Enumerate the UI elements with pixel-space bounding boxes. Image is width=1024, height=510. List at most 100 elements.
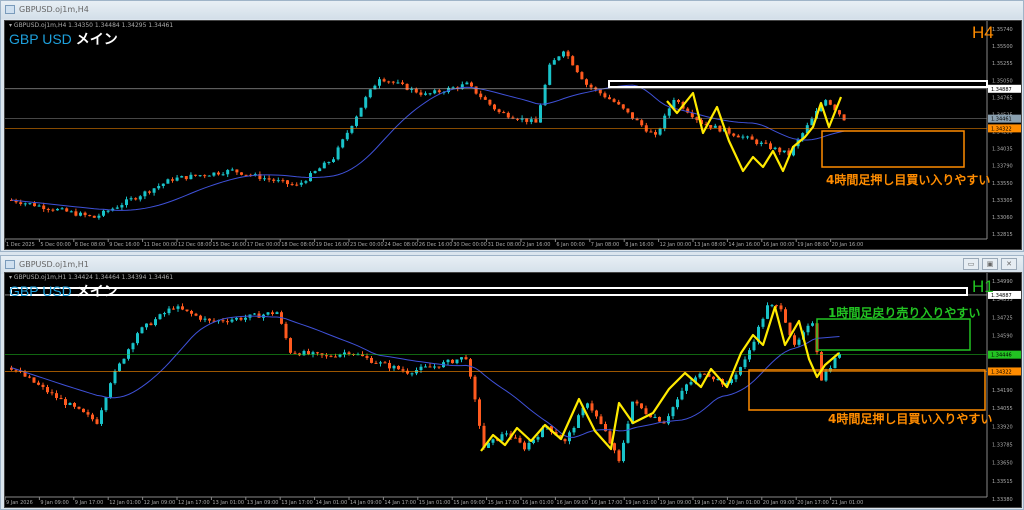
candle-body bbox=[483, 97, 487, 100]
time-tick-label: 1 Dec 2025 bbox=[6, 242, 35, 248]
candle-body bbox=[284, 323, 288, 339]
candle-body bbox=[176, 306, 180, 309]
candle-body bbox=[677, 100, 680, 103]
candle-body bbox=[732, 133, 736, 136]
time-tick-label: 19 Jan 08:00 bbox=[797, 242, 829, 248]
candle-body bbox=[364, 97, 368, 108]
candle-body bbox=[240, 172, 243, 175]
candle-body bbox=[46, 387, 49, 393]
candle-body bbox=[743, 359, 747, 368]
price-tick-label: 1.33305 bbox=[992, 198, 1013, 204]
candle-body bbox=[575, 65, 579, 73]
candle-body bbox=[689, 382, 693, 385]
time-tick-label: 31 Dec 08:00 bbox=[488, 242, 522, 248]
candle-body bbox=[37, 382, 40, 385]
resistance-price-tag-text: 1.34887 bbox=[991, 293, 1012, 299]
price-tick-label: 1.34725 bbox=[992, 315, 1013, 321]
time-tick-label: 15 Jan 01:00 bbox=[419, 500, 451, 506]
candle-body bbox=[163, 313, 166, 315]
sell-zone-note: 1時間足戻り売り入りやすい bbox=[828, 306, 981, 320]
price-tick-label: 1.34035 bbox=[992, 147, 1013, 153]
time-tick-label: 17 Dec 00:00 bbox=[247, 242, 281, 248]
candle-body bbox=[505, 433, 508, 435]
candle-body bbox=[350, 125, 354, 133]
window-titlebar[interactable]: GBPUSD.oj1m,H4 bbox=[1, 1, 1023, 19]
candle-body bbox=[617, 450, 621, 462]
candle-body bbox=[543, 84, 547, 106]
candle-body bbox=[189, 174, 193, 180]
candle-body bbox=[770, 305, 774, 307]
candle-body bbox=[392, 365, 396, 369]
candle-body bbox=[437, 90, 441, 93]
candle-body bbox=[370, 357, 373, 363]
candle-body bbox=[764, 142, 768, 144]
candle-body bbox=[612, 99, 616, 102]
candle-body bbox=[613, 443, 616, 451]
candle-body bbox=[230, 319, 234, 322]
candle-body bbox=[680, 390, 684, 400]
candle-body bbox=[271, 312, 274, 315]
bid-price-tag-text: 1.34461 bbox=[991, 117, 1012, 123]
time-tick-label: 12 Jan 00:00 bbox=[660, 242, 692, 248]
candle-body bbox=[316, 352, 319, 354]
candle-body bbox=[529, 119, 533, 122]
maximize-button[interactable]: ▣ bbox=[982, 258, 998, 270]
candle-body bbox=[419, 366, 423, 371]
price-tick-label: 1.35740 bbox=[992, 27, 1013, 33]
candle-body bbox=[221, 174, 225, 176]
candle-body bbox=[299, 182, 303, 185]
price-tick-label: 1.33920 bbox=[992, 424, 1013, 430]
time-tick-label: 20 Jan 09:00 bbox=[763, 500, 795, 506]
candle-body bbox=[750, 136, 754, 140]
candle-body bbox=[134, 198, 138, 200]
candle-body bbox=[190, 310, 193, 314]
candle-body bbox=[741, 136, 745, 138]
candle-body bbox=[493, 104, 496, 110]
candle-body bbox=[289, 338, 292, 353]
candle-body bbox=[746, 136, 749, 138]
candle-body bbox=[266, 312, 270, 315]
candle-body bbox=[563, 439, 567, 442]
candle-body bbox=[293, 352, 297, 354]
candle-body bbox=[180, 176, 184, 178]
candle-body bbox=[281, 180, 285, 182]
candle-body bbox=[514, 437, 517, 439]
candle-body bbox=[557, 56, 561, 61]
candle-body bbox=[28, 203, 32, 205]
candle-body bbox=[152, 188, 156, 193]
price-chart-h4[interactable]: 1.357401.355001.352551.350501.347651.345… bbox=[4, 20, 1022, 250]
candle-body bbox=[332, 159, 335, 163]
candle-body bbox=[566, 51, 570, 57]
price-chart-h1[interactable]: 1.349901.348551.347251.345901.344551.343… bbox=[4, 272, 1022, 508]
candle-body bbox=[419, 92, 423, 95]
candle-body bbox=[379, 362, 382, 364]
candle-body bbox=[122, 358, 126, 364]
candle-body bbox=[275, 312, 279, 315]
candle-body bbox=[608, 97, 611, 100]
candle-body bbox=[712, 376, 715, 380]
candle-body bbox=[181, 306, 184, 310]
minimize-button[interactable]: ▭ bbox=[963, 258, 979, 270]
close-button[interactable]: ✕ bbox=[1001, 258, 1017, 270]
candle-body bbox=[295, 184, 299, 186]
candle-body bbox=[401, 369, 405, 371]
candle-body bbox=[217, 172, 220, 175]
candle-body bbox=[244, 174, 248, 176]
candle-body bbox=[424, 93, 427, 95]
candle-body bbox=[82, 408, 85, 413]
time-tick-label: 20 Jan 17:00 bbox=[797, 500, 829, 506]
candle-body bbox=[572, 427, 576, 433]
candle-body bbox=[833, 357, 837, 369]
time-tick-label: 20 Jan 01:00 bbox=[728, 500, 760, 506]
candle-body bbox=[318, 168, 322, 172]
candle-body bbox=[145, 323, 148, 328]
time-tick-label: 19 Jan 01:00 bbox=[625, 500, 657, 506]
zone-rectangle bbox=[10, 287, 968, 296]
candle-body bbox=[199, 315, 202, 320]
candle-body bbox=[703, 373, 706, 375]
candle-body bbox=[806, 325, 810, 333]
candle-body bbox=[621, 104, 625, 109]
timeframe-label: H4 bbox=[972, 23, 994, 42]
candle-body bbox=[424, 366, 427, 368]
candle-body bbox=[138, 196, 142, 200]
